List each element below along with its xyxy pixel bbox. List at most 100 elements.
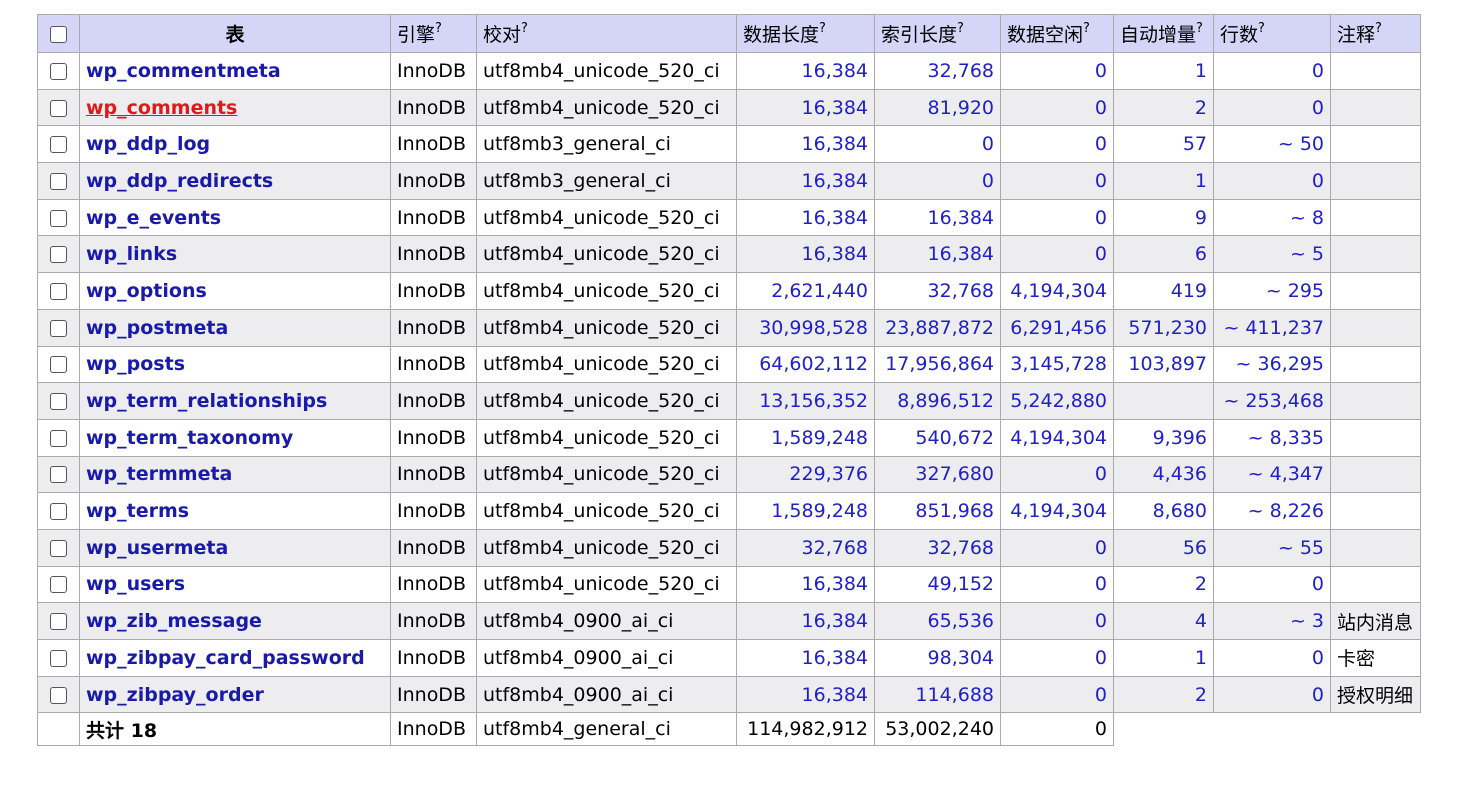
comment-cell xyxy=(1330,528,1421,567)
row-checkbox[interactable] xyxy=(50,62,67,80)
row-checkbox[interactable] xyxy=(50,99,67,117)
collation-cell: utf8mb4_unicode_520_ci xyxy=(476,272,737,310)
table-row: wp_ddp_log InnoDB utf8mb3_general_ci 16,384… xyxy=(37,125,1421,164)
header-rows-label: 行数 xyxy=(1220,24,1259,46)
header-index-length[interactable]: 索引长度? xyxy=(874,14,1001,53)
row-checkbox-cell xyxy=(37,528,80,567)
help-icon[interactable]: ? xyxy=(1375,21,1382,36)
table-name-link[interactable]: wp_termmeta xyxy=(86,463,232,485)
table-row: wp_postmeta InnoDB utf8mb4_unicode_520_ci 3… xyxy=(37,308,1421,347)
help-icon[interactable]: ? xyxy=(819,21,826,36)
table-name-cell: wp_options xyxy=(79,272,391,310)
table-row: wp_options InnoDB utf8mb4_unicode_520_ci 2,… xyxy=(37,272,1421,310)
table-name-cell: wp_zib_message xyxy=(79,602,391,640)
row-checkbox[interactable] xyxy=(50,576,67,594)
help-icon[interactable]: ? xyxy=(1196,21,1203,36)
table-name-link[interactable]: wp_usermeta xyxy=(86,537,228,559)
row-checkbox[interactable] xyxy=(50,282,67,300)
index-length-cell: 8,896,512 xyxy=(874,382,1001,420)
row-checkbox[interactable] xyxy=(50,539,67,557)
row-checkbox[interactable] xyxy=(50,209,67,227)
header-comment[interactable]: 注释? xyxy=(1330,14,1421,53)
table-name-cell: wp_term_relationships xyxy=(79,382,391,420)
header-data-free[interactable]: 数据空闲? xyxy=(1000,14,1114,53)
table-name-link[interactable]: wp_comments xyxy=(86,97,237,119)
header-comment-label: 注释 xyxy=(1337,24,1376,46)
data-free-cell: 0 xyxy=(1000,602,1114,640)
row-checkbox-cell xyxy=(37,235,80,274)
header-rows[interactable]: 行数? xyxy=(1213,14,1331,53)
comment-cell xyxy=(1330,455,1421,494)
table-name-link[interactable]: wp_commentmeta xyxy=(86,60,281,82)
row-checkbox[interactable] xyxy=(50,172,67,190)
comment-cell xyxy=(1330,382,1421,420)
index-length-cell: 0 xyxy=(874,125,1001,164)
header-table[interactable]: 表 xyxy=(79,14,391,53)
table-row: wp_terms InnoDB utf8mb4_unicode_520_ci 1,58… xyxy=(37,492,1421,530)
table-list-wrapper: 表 引擎? 校对? 数据长度? 索引长度? 数据空闲? 自动增量? 行数? 注释… xyxy=(37,14,1421,747)
comment-cell xyxy=(1330,198,1421,237)
table-name-link[interactable]: wp_term_relationships xyxy=(86,390,327,412)
row-checkbox[interactable] xyxy=(50,319,67,337)
help-icon[interactable]: ? xyxy=(1258,21,1265,36)
row-checkbox[interactable] xyxy=(50,613,67,631)
engine-cell: InnoDB xyxy=(390,492,477,530)
row-checkbox[interactable] xyxy=(50,356,67,374)
header-row: 表 引擎? 校对? 数据长度? 索引长度? 数据空闲? 自动增量? 行数? 注释… xyxy=(37,14,1421,53)
index-length-cell: 16,384 xyxy=(874,235,1001,274)
row-checkbox-cell xyxy=(37,162,80,200)
rows-cell: ~ 411,237 xyxy=(1213,308,1331,347)
table-name-link[interactable]: wp_options xyxy=(86,280,207,302)
header-data-length[interactable]: 数据长度? xyxy=(736,14,875,53)
select-all-cell xyxy=(37,14,80,53)
engine-cell: InnoDB xyxy=(390,272,477,310)
row-checkbox[interactable] xyxy=(50,393,67,411)
table-row: wp_users InnoDB utf8mb4_unicode_520_ci 16,3… xyxy=(37,565,1421,604)
help-icon[interactable]: ? xyxy=(435,21,442,36)
auto-increment-cell: 2 xyxy=(1113,88,1214,127)
row-checkbox-cell xyxy=(37,382,80,420)
table-row: wp_e_events InnoDB utf8mb4_unicode_520_ci 1… xyxy=(37,198,1421,237)
index-length-cell: 23,887,872 xyxy=(874,308,1001,347)
engine-cell: InnoDB xyxy=(390,675,477,714)
index-length-cell: 851,968 xyxy=(874,492,1001,530)
help-icon[interactable]: ? xyxy=(957,21,964,36)
auto-increment-cell: 419 xyxy=(1113,272,1214,310)
table-name-link[interactable]: wp_posts xyxy=(86,353,185,375)
data-free-cell: 0 xyxy=(1000,162,1114,200)
table-name-link[interactable]: wp_ddp_log xyxy=(86,133,210,155)
table-name-link[interactable]: wp_zibpay_card_password xyxy=(86,647,365,669)
data-free-cell: 4,194,304 xyxy=(1000,272,1114,310)
table-row: wp_ddp_redirects InnoDB utf8mb3_general_ci… xyxy=(37,162,1421,200)
row-checkbox-cell xyxy=(37,639,80,677)
row-checkbox-cell xyxy=(37,492,80,530)
row-checkbox[interactable] xyxy=(50,466,67,484)
header-auto-increment[interactable]: 自动增量? xyxy=(1113,14,1214,53)
table-name-link[interactable]: wp_zib_message xyxy=(86,610,262,632)
auto-increment-cell: 56 xyxy=(1113,528,1214,567)
table-name-link[interactable]: wp_ddp_redirects xyxy=(86,170,273,192)
help-icon[interactable]: ? xyxy=(521,21,528,36)
table-name-link[interactable]: wp_users xyxy=(86,573,185,595)
summary-index-length: 53,002,240 xyxy=(874,712,1001,747)
row-checkbox[interactable] xyxy=(50,686,67,704)
header-collation[interactable]: 校对? xyxy=(476,14,737,53)
table-name-link[interactable]: wp_links xyxy=(86,243,177,265)
rows-cell: ~ 4,347 xyxy=(1213,455,1331,494)
row-checkbox[interactable] xyxy=(50,649,67,667)
row-checkbox[interactable] xyxy=(50,429,67,447)
row-checkbox[interactable] xyxy=(50,503,67,521)
comment-cell xyxy=(1330,308,1421,347)
table-name-link[interactable]: wp_postmeta xyxy=(86,317,228,339)
help-icon[interactable]: ? xyxy=(1083,21,1090,36)
header-engine[interactable]: 引擎? xyxy=(390,14,477,53)
table-name-link[interactable]: wp_terms xyxy=(86,500,189,522)
table-name-link[interactable]: wp_zibpay_order xyxy=(86,684,264,706)
table-name-cell: wp_users xyxy=(79,565,391,604)
table-name-link[interactable]: wp_e_events xyxy=(86,207,221,229)
select-all-checkbox[interactable] xyxy=(50,25,67,43)
table-name-link[interactable]: wp_term_taxonomy xyxy=(86,427,293,449)
row-checkbox[interactable] xyxy=(50,136,67,154)
auto-increment-cell: 1 xyxy=(1113,639,1214,677)
row-checkbox[interactable] xyxy=(50,246,67,264)
